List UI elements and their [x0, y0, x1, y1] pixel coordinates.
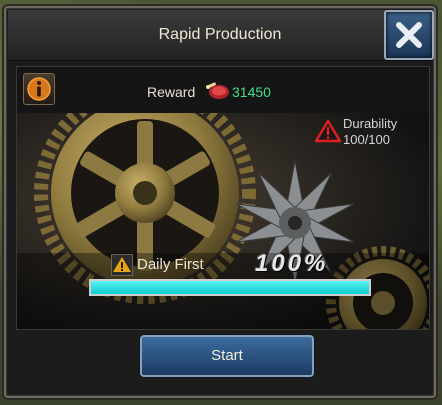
- reward-label: Reward: [147, 84, 196, 100]
- warning-triangle-icon: [315, 119, 341, 143]
- durability-label: Durability: [343, 116, 398, 131]
- progress-fill: [91, 281, 369, 294]
- close-button[interactable]: [384, 10, 434, 60]
- reward-value: 31450: [232, 84, 271, 100]
- warning-icon: [111, 254, 133, 276]
- meat-icon: [206, 82, 229, 99]
- close-icon: [396, 22, 422, 48]
- progress-percent: 100%: [255, 250, 329, 277]
- info-button[interactable]: [23, 73, 55, 105]
- dialog-title: Rapid Production: [158, 26, 282, 43]
- production-panel: Reward 31450 Durability 100/100 Daily Fi…: [16, 66, 430, 330]
- production-progress-bar: [89, 279, 371, 296]
- info-icon: [27, 77, 51, 101]
- title-bar: Rapid Production: [8, 10, 432, 61]
- rapid-production-dialog: Rapid Production Reward 31450 Durability…: [4, 6, 436, 398]
- start-button[interactable]: Start: [140, 335, 314, 377]
- durability-value: 100/100: [343, 132, 390, 147]
- daily-first-label: Daily First: [137, 256, 204, 273]
